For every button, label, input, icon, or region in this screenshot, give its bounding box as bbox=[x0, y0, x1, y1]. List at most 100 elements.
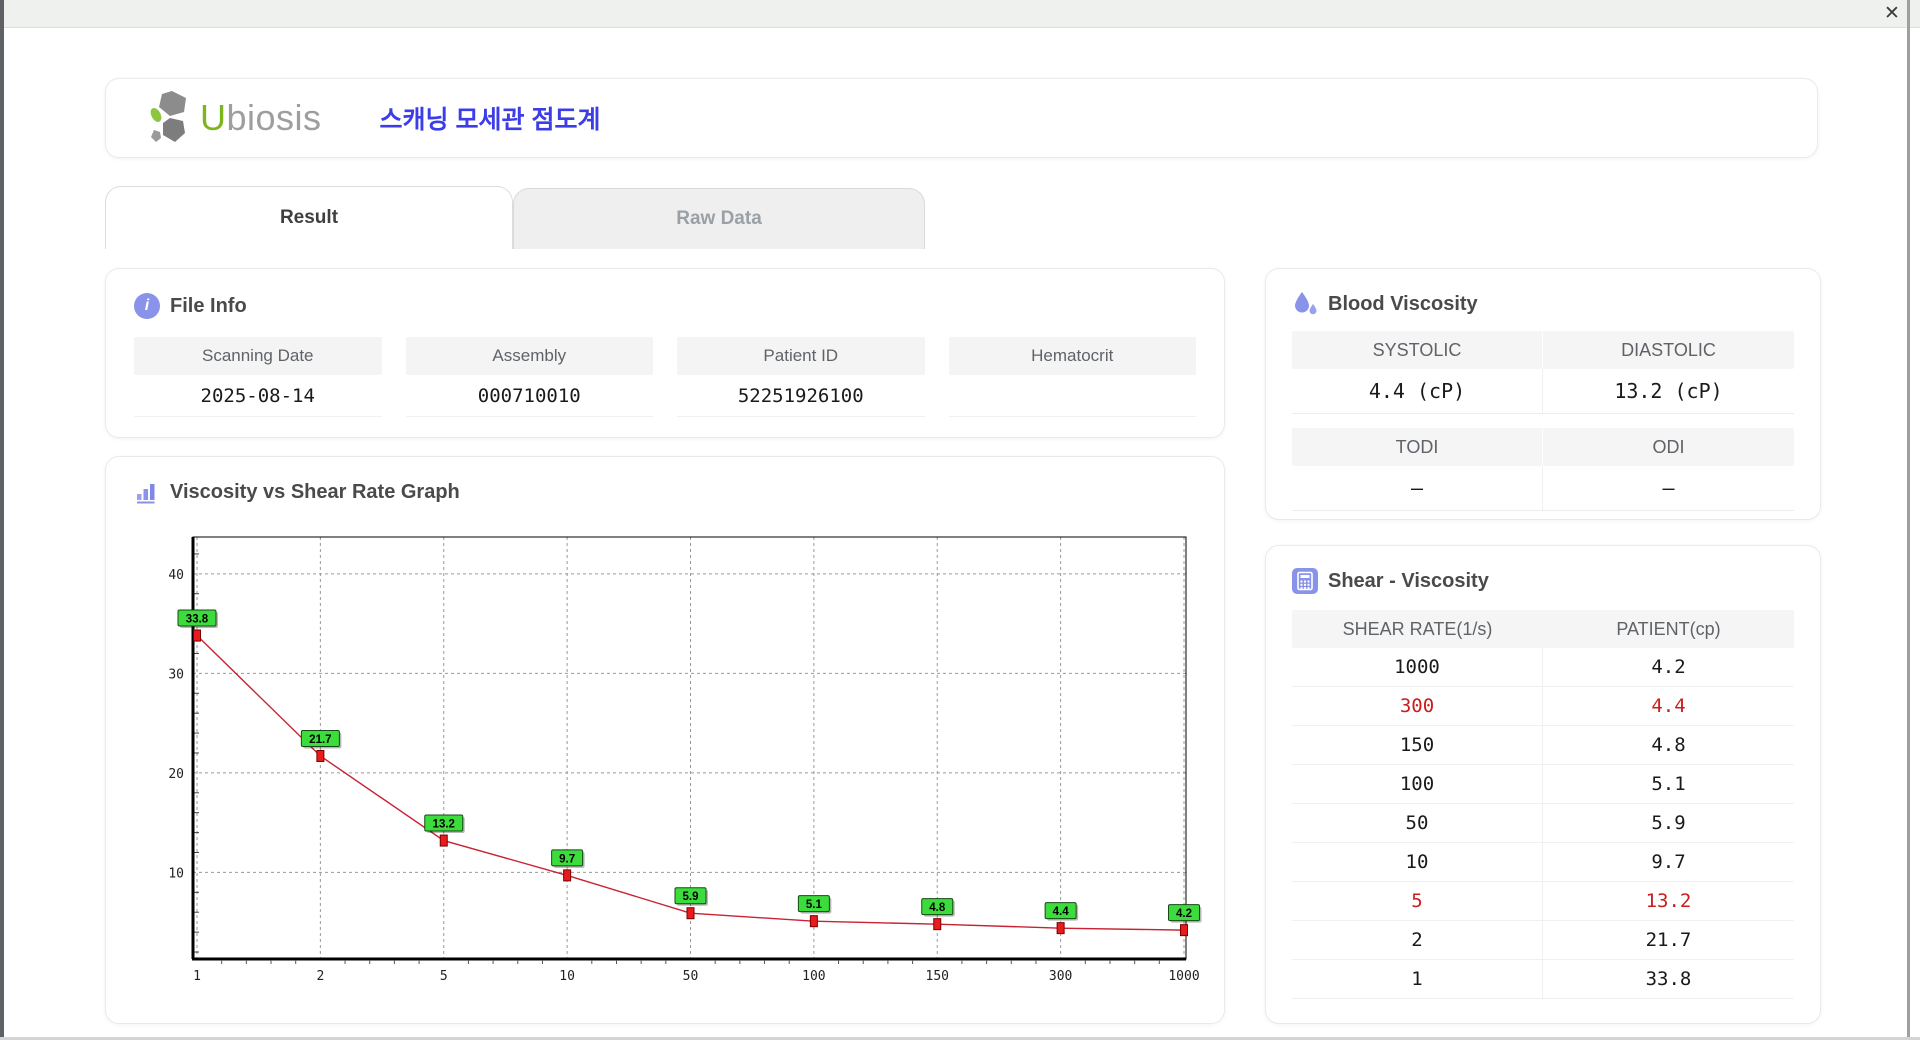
svg-text:13.2: 13.2 bbox=[433, 819, 455, 831]
logo-rest: biosis bbox=[226, 97, 322, 138]
shear-viscosity-header: Shear - Viscosity bbox=[1292, 568, 1794, 594]
blood-viscosity-values: SYSTOLIC DIASTOLIC 4.4 (cP) 13.2 (cP) TODI… bbox=[1292, 331, 1794, 511]
bv-value: 13.2 (cP) bbox=[1614, 379, 1723, 403]
svg-text:50: 50 bbox=[683, 969, 699, 984]
graph-card: Viscosity vs Shear Rate Graph 10 20 30 40 1 2… bbox=[105, 456, 1225, 1024]
svg-text:10: 10 bbox=[559, 969, 575, 984]
shear-table-row: 1 33.8 bbox=[1292, 960, 1794, 999]
shear-table-row: 2 21.7 bbox=[1292, 921, 1794, 960]
svg-text:9.7: 9.7 bbox=[559, 853, 575, 865]
tab-raw-data[interactable]: Raw Data bbox=[513, 188, 925, 249]
svg-text:1000: 1000 bbox=[1168, 969, 1199, 984]
bv-value: – bbox=[1662, 476, 1675, 500]
file-info-field: Patient ID 52251926100 bbox=[677, 337, 925, 417]
shear-table-row: 150 4.8 bbox=[1292, 726, 1794, 765]
svg-text:5.1: 5.1 bbox=[806, 899, 823, 911]
svg-text:33.8: 33.8 bbox=[186, 614, 209, 626]
file-info-field-value: 52251926100 bbox=[677, 375, 925, 417]
shear-table-column: PATIENT(cp) bbox=[1616, 618, 1721, 639]
file-info-field: Assembly 000710010 bbox=[405, 337, 653, 417]
bar-chart-icon bbox=[137, 484, 155, 504]
file-info-field: Scanning Date 2025-08-14 bbox=[134, 337, 382, 417]
shear-rate-cell: 5 bbox=[1292, 882, 1543, 920]
svg-text:10: 10 bbox=[168, 866, 184, 881]
header-card: Ubiosis 스캐닝 모세관 점도계 bbox=[105, 78, 1818, 158]
calculator-icon bbox=[1292, 568, 1318, 594]
file-info-field-label: Scanning Date bbox=[134, 337, 382, 375]
file-info-fields: Scanning Date 2025-08-14 Assembly 000710… bbox=[134, 337, 1196, 417]
graph-title: Viscosity vs Shear Rate Graph bbox=[170, 480, 460, 503]
svg-text:40: 40 bbox=[168, 568, 184, 583]
shear-rate-cell: 1 bbox=[1292, 960, 1543, 998]
blood-viscosity-card: Blood Viscosity SYSTOLIC DIASTOLIC 4.4 (c… bbox=[1265, 268, 1821, 520]
blood-viscosity-group: SYSTOLIC DIASTOLIC 4.4 (cP) 13.2 (cP) bbox=[1292, 331, 1794, 414]
viscosity-chart: 10 20 30 40 1 2 5 10 50 100 150 300 1000 33.8 21.7 13.2… bbox=[151, 523, 1226, 1008]
droplets-icon bbox=[1295, 292, 1317, 315]
shear-rate-cell: 50 bbox=[1292, 804, 1543, 842]
patient-cp-cell: 5.1 bbox=[1651, 773, 1686, 795]
patient-cp-cell: 13.2 bbox=[1645, 890, 1692, 912]
window-titlebar: ✕ bbox=[0, 0, 1920, 28]
info-icon: i bbox=[134, 293, 160, 319]
file-info-card: i File Info Scanning Date 2025-08-14 Ass… bbox=[105, 268, 1225, 438]
shear-table-column: SHEAR RATE(1/s) bbox=[1342, 618, 1493, 639]
shear-table-row: 50 5.9 bbox=[1292, 804, 1794, 843]
bv-value: – bbox=[1292, 466, 1543, 510]
svg-text:20: 20 bbox=[168, 767, 184, 782]
tab-result[interactable]: Result bbox=[105, 186, 513, 249]
app-window: ✕ Ubiosis 스캐닝 모세관 점도계 Result Raw Data i … bbox=[0, 0, 1920, 1040]
file-info-field-label: Hematocrit bbox=[948, 337, 1196, 375]
shear-rate-cell: 100 bbox=[1292, 765, 1543, 803]
blood-viscosity-title: Blood Viscosity bbox=[1328, 292, 1478, 315]
file-info-field-value: 2025-08-14 bbox=[134, 375, 382, 417]
shear-viscosity-card: Shear - Viscosity SHEAR RATE(1/s) PATIENT… bbox=[1265, 545, 1821, 1024]
svg-text:1: 1 bbox=[193, 969, 201, 984]
bv-label: TODI bbox=[1292, 428, 1543, 466]
svg-text:4.4: 4.4 bbox=[1053, 906, 1070, 918]
file-info-title: File Info bbox=[170, 294, 247, 317]
svg-text:300: 300 bbox=[1049, 969, 1072, 984]
svg-text:21.7: 21.7 bbox=[309, 734, 331, 746]
patient-cp-cell: 5.9 bbox=[1651, 812, 1686, 834]
graph-header: Viscosity vs Shear Rate Graph bbox=[134, 479, 1196, 505]
bv-value: 4.4 (cP) bbox=[1292, 369, 1543, 413]
window-left-border bbox=[0, 0, 4, 1040]
app-title: 스캐닝 모세관 점도계 bbox=[379, 106, 601, 134]
shear-table-row: 300 4.4 bbox=[1292, 687, 1794, 726]
patient-cp-cell: 4.8 bbox=[1651, 734, 1686, 756]
patient-cp-cell: 4.2 bbox=[1651, 656, 1686, 678]
file-info-field: Hematocrit bbox=[948, 337, 1196, 417]
blood-viscosity-group: TODI ODI – – bbox=[1292, 428, 1794, 511]
window-scrollbar-line bbox=[1907, 0, 1910, 1040]
file-info-header: i File Info bbox=[134, 293, 1196, 319]
svg-text:150: 150 bbox=[926, 969, 949, 984]
close-icon[interactable]: ✕ bbox=[1880, 3, 1904, 25]
logo-pebbles-icon bbox=[150, 91, 186, 142]
shear-table-header: SHEAR RATE(1/s) PATIENT(cp) bbox=[1292, 610, 1794, 648]
shear-rate-cell: 300 bbox=[1292, 687, 1543, 725]
logo-text: Ubiosis bbox=[200, 97, 322, 139]
svg-text:5.9: 5.9 bbox=[683, 891, 699, 903]
viscosity-shear-plot: 10 20 30 40 1 2 5 10 50 100 150 300 1000 33.8 21.7 13.2… bbox=[168, 536, 1202, 984]
shear-table-row: 100 5.1 bbox=[1292, 765, 1794, 804]
file-info-field-label: Patient ID bbox=[677, 337, 925, 375]
bv-label: ODI bbox=[1652, 436, 1685, 457]
shear-table-row: 1000 4.2 bbox=[1292, 648, 1794, 687]
bv-label: DIASTOLIC bbox=[1621, 339, 1716, 360]
shear-rate-cell: 1000 bbox=[1292, 648, 1543, 686]
file-info-field-label: Assembly bbox=[405, 337, 653, 375]
file-info-field-value: 000710010 bbox=[405, 375, 653, 417]
patient-cp-cell: 4.4 bbox=[1651, 695, 1686, 717]
svg-text:30: 30 bbox=[168, 667, 184, 682]
svg-text:4.2: 4.2 bbox=[1176, 908, 1192, 920]
svg-text:5: 5 bbox=[440, 969, 448, 984]
shear-rate-cell: 2 bbox=[1292, 921, 1543, 959]
ubiosis-logo: Ubiosis bbox=[150, 90, 322, 146]
patient-cp-cell: 33.8 bbox=[1645, 968, 1692, 990]
patient-cp-cell: 21.7 bbox=[1645, 929, 1692, 951]
shear-rate-cell: 150 bbox=[1292, 726, 1543, 764]
blood-viscosity-header: Blood Viscosity bbox=[1292, 291, 1794, 317]
patient-cp-cell: 9.7 bbox=[1651, 851, 1686, 873]
logo-u: U bbox=[200, 97, 227, 138]
bv-label: SYSTOLIC bbox=[1292, 331, 1543, 369]
